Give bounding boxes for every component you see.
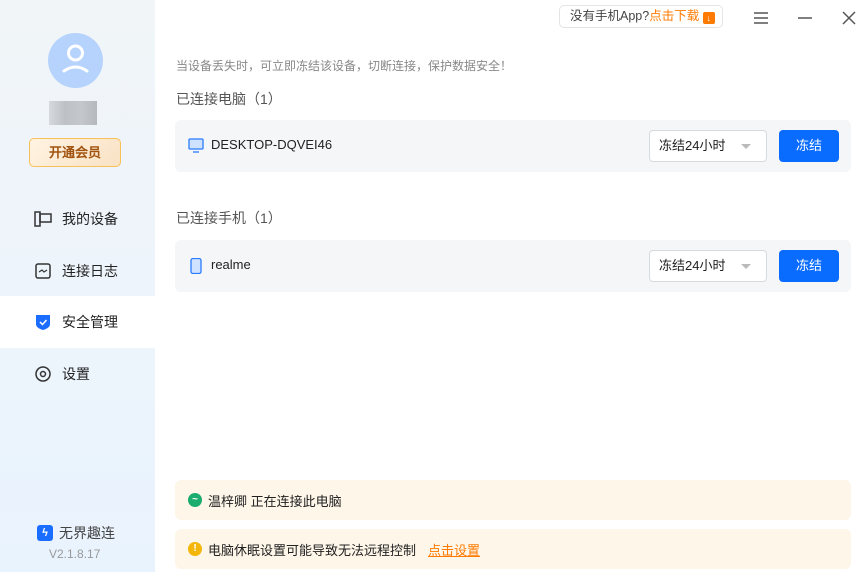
select-value: 冻结24小时	[659, 138, 726, 153]
activity-icon: ~	[188, 493, 202, 507]
freeze-duration-select[interactable]: 冻结24小时	[649, 130, 767, 162]
download-app-link[interactable]: 没有手机App?点击下载 ↓	[559, 5, 723, 28]
device-card-pc: DESKTOP-DQVEI46 冻结24小时 冻结	[175, 120, 851, 172]
warning-icon: !	[188, 542, 202, 556]
log-icon	[35, 263, 51, 279]
sidebar-item-security[interactable]: 安全管理	[0, 296, 155, 348]
device-name: DESKTOP-DQVEI46	[211, 137, 333, 152]
open-settings-link[interactable]: 点击设置	[428, 540, 480, 559]
sidebar-item-connection-log[interactable]: 连接日志	[0, 245, 155, 297]
chevron-down-icon	[741, 264, 751, 269]
menu-icon[interactable]	[751, 8, 771, 28]
freeze-duration-select[interactable]: 冻结24小时	[649, 250, 767, 282]
device-card-phone: realme 冻结24小时 冻结	[175, 240, 851, 292]
sidebar-item-settings[interactable]: 设置	[0, 348, 155, 400]
username-blurred	[49, 101, 97, 125]
chevron-down-icon	[741, 144, 751, 149]
shield-icon	[36, 315, 50, 330]
sidebar: 开通会员 我的设备 连接日志 安全管理 设置 ϟ 无界趣连 V2.1.8.17	[0, 0, 155, 572]
notice-text: 温梓卿 正在连接此电脑	[208, 493, 342, 509]
sidebar-item-label: 安全管理	[62, 314, 118, 330]
notice-text: 电脑休眠设置可能导致无法远程控制	[208, 542, 417, 558]
promo-link[interactable]: 点击下载	[649, 9, 699, 23]
brand-logo-icon: ϟ	[37, 525, 53, 541]
close-icon[interactable]	[839, 8, 859, 28]
promo-text: 没有手机App?	[570, 9, 650, 23]
connecting-notice: ~ 温梓卿 正在连接此电脑	[175, 480, 851, 520]
phone-icon	[190, 258, 202, 274]
brand-name: 无界趣连	[59, 525, 115, 541]
freeze-button[interactable]: 冻结	[779, 130, 839, 162]
sidebar-item-my-devices[interactable]: 我的设备	[0, 193, 155, 245]
freeze-button[interactable]: 冻结	[779, 250, 839, 282]
settings-icon	[35, 366, 51, 382]
phone-section-title: 已连接手机（1）	[176, 210, 282, 226]
select-value: 冻结24小时	[659, 258, 726, 273]
avatar[interactable]	[48, 33, 103, 88]
minimize-icon[interactable]	[795, 8, 815, 28]
vip-button[interactable]: 开通会员	[29, 138, 121, 167]
sleep-warning-notice: ! 电脑休眠设置可能导致无法远程控制 点击设置	[175, 529, 851, 569]
version: V2.1.8.17	[49, 547, 101, 561]
pc-section-title: 已连接电脑（1）	[176, 91, 282, 107]
user-icon	[62, 44, 89, 73]
download-icon: ↓	[702, 12, 715, 24]
sidebar-item-label: 设置	[62, 366, 90, 382]
sidebar-item-label: 连接日志	[62, 263, 118, 279]
brand: ϟ 无界趣连	[37, 523, 115, 543]
devices-icon	[34, 211, 52, 227]
security-tip: 当设备丢失时，可立即冻结该设备，切断连接，保护数据安全！	[176, 59, 513, 73]
sidebar-item-label: 我的设备	[62, 211, 118, 227]
monitor-icon	[188, 138, 204, 153]
device-name: realme	[211, 257, 251, 272]
